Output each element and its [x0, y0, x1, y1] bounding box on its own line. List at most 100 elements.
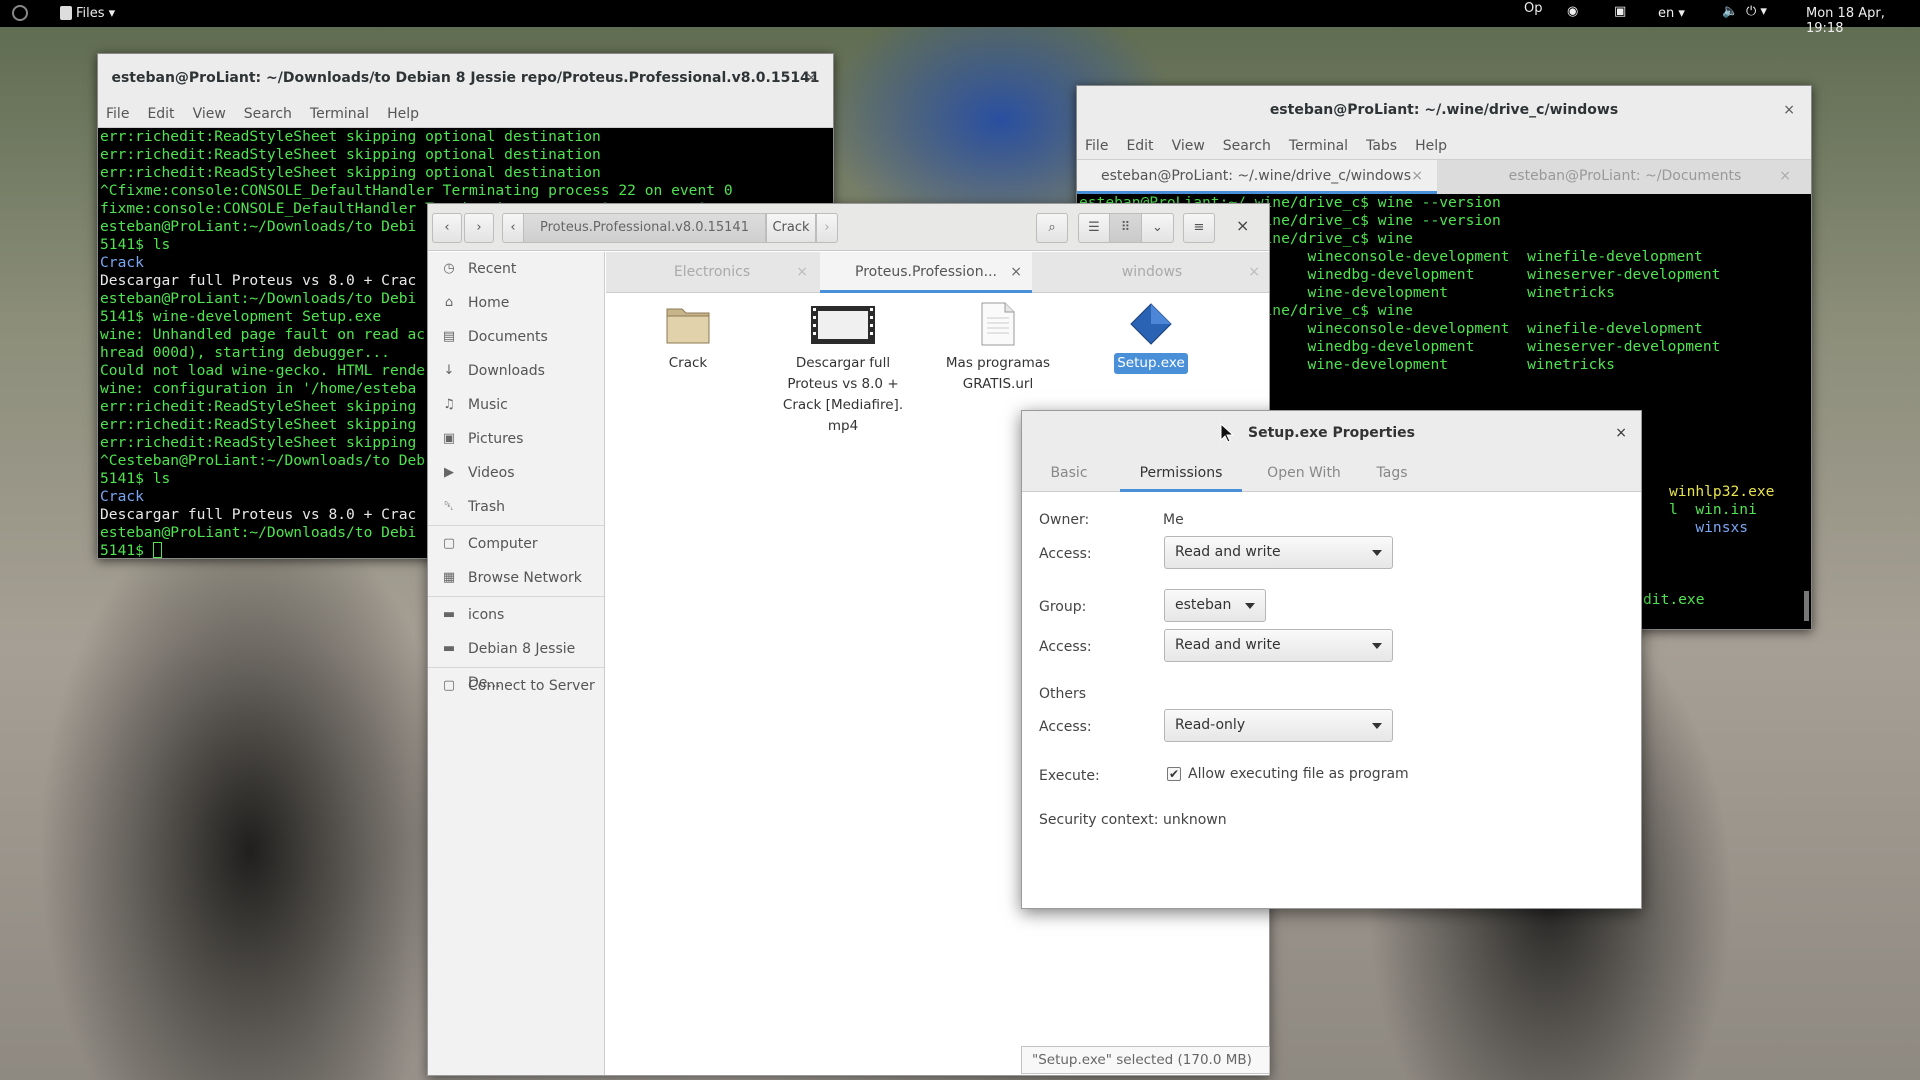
sidebar-item-icons[interactable]: ▬ icons — [428, 598, 604, 632]
menu-edit[interactable]: Edit — [147, 106, 174, 122]
sidebar-item-label: icons — [468, 607, 505, 623]
file-item-video[interactable]: Descargar full Proteus vs 8.0 + Crack [M… — [768, 302, 918, 437]
dialog-titlebar[interactable]: Setup.exe Properties × — [1022, 411, 1641, 456]
sidebar-item-recent[interactable]: ◷ Recent — [428, 252, 604, 286]
executable-icon — [1130, 303, 1172, 345]
close-icon[interactable]: × — [1010, 252, 1022, 292]
execute-checkbox[interactable]: ✔ — [1167, 767, 1181, 781]
document-file-icon — [981, 302, 1015, 346]
hamburger-icon: ≡ — [1193, 220, 1205, 235]
group-access-dropdown[interactable]: Read and write — [1164, 629, 1393, 662]
menu-search[interactable]: Search — [1223, 138, 1271, 154]
menu-help[interactable]: Help — [387, 106, 419, 122]
menu-view[interactable]: View — [1172, 138, 1205, 154]
network-icon[interactable]: ◉ — [1567, 4, 1578, 19]
path-left-arrow-button[interactable]: ‹ — [502, 213, 524, 243]
tab-windows[interactable]: windows × — [1034, 252, 1270, 293]
group-dropdown[interactable]: esteban — [1164, 589, 1266, 622]
tab-electronics[interactable]: Electronics × — [606, 252, 818, 293]
view-options-button[interactable]: ⌄ — [1141, 213, 1174, 243]
tab-label: Proteus.Profession... — [855, 264, 997, 280]
icons-icon: ▬ — [442, 607, 456, 622]
execute-label: Execute: — [1039, 768, 1100, 784]
path-segment-crack[interactable]: Crack — [766, 213, 816, 243]
close-icon[interactable]: × — [805, 54, 817, 102]
menu-file[interactable]: File — [106, 106, 129, 122]
volume-icon[interactable]: 🔈 — [1722, 4, 1738, 19]
menu-tabs[interactable]: Tabs — [1366, 138, 1397, 154]
tab-permissions[interactable]: Permissions — [1120, 456, 1242, 492]
pictures-icon: ▣ — [442, 431, 456, 446]
dropdown-value: Read and write — [1175, 544, 1281, 560]
terminal-tab-documents[interactable]: esteban@ProLiant: ~/Documents × — [1439, 160, 1811, 194]
dialog-tabbar: Basic Permissions Open With Tags — [1022, 456, 1641, 492]
sidebar-item-connect[interactable]: ▢ Connect to Server — [428, 669, 604, 703]
indicator-op[interactable]: Op — [1524, 1, 1542, 16]
terminal-tab-windows[interactable]: esteban@ProLiant: ~/.wine/drive_c/window… — [1077, 160, 1437, 194]
execute-text[interactable]: Allow executing file as program — [1188, 766, 1409, 782]
close-icon[interactable]: × — [1236, 216, 1249, 235]
sidebar-item-music[interactable]: ♫ Music — [428, 388, 604, 422]
close-icon[interactable]: × — [1783, 86, 1795, 134]
tab-tags[interactable]: Tags — [1366, 456, 1418, 492]
close-icon[interactable]: × — [796, 252, 808, 292]
others-access-dropdown[interactable]: Read-only — [1164, 709, 1393, 742]
recent-icon: ◷ — [443, 261, 455, 276]
close-icon[interactable]: × — [1411, 160, 1423, 192]
dropdown-value: Read and write — [1175, 637, 1281, 653]
terminal-scrollbar[interactable] — [1804, 591, 1809, 621]
tab-proteus[interactable]: Proteus.Profession... × — [820, 252, 1032, 293]
sidebar-item-network[interactable]: ▦ Browse Network — [428, 561, 604, 595]
sidebar-item-label: Trash — [468, 499, 505, 515]
back-button[interactable]: ‹ — [432, 213, 462, 243]
menu-terminal[interactable]: Terminal — [1289, 138, 1348, 154]
sidebar-item-home[interactable]: ⌂ Home — [428, 286, 604, 320]
terminal-line: err:richedit:ReadStyleSheet skipping opt… — [100, 128, 601, 145]
menu-view[interactable]: View — [193, 106, 226, 122]
file-item-url[interactable]: Mas programas GRATIS.url — [923, 302, 1073, 395]
menu-button[interactable]: ≡ — [1183, 213, 1215, 243]
grid-view-button[interactable]: ⠿ — [1109, 213, 1142, 243]
terminal-titlebar[interactable]: esteban@ProLiant: ~/.wine/drive_c/window… — [1077, 86, 1811, 134]
sidebar-item-pictures[interactable]: ▣ Pictures — [428, 422, 604, 456]
menu-edit[interactable]: Edit — [1126, 138, 1153, 154]
sidebar-item-trash[interactable]: ␡ Trash — [428, 490, 604, 524]
terminal-listing: winhlp32.exe l win.ini winsxs — [1669, 483, 1774, 537]
tab-basic[interactable]: Basic — [1038, 456, 1100, 492]
menu-terminal[interactable]: Terminal — [310, 106, 369, 122]
close-icon[interactable]: × — [1248, 252, 1260, 292]
file-item-crack[interactable]: Crack — [613, 302, 763, 374]
menu-help[interactable]: Help — [1415, 138, 1447, 154]
close-icon[interactable]: × — [1779, 160, 1791, 192]
sidebar-item-documents[interactable]: ▤ Documents — [428, 320, 604, 354]
terminal-tab-label: esteban@ProLiant: ~/.wine/drive_c/window… — [1101, 168, 1412, 184]
menu-file[interactable]: File — [1085, 138, 1108, 154]
close-icon[interactable]: × — [1615, 411, 1627, 456]
file-item-setup[interactable]: Setup.exe — [1076, 302, 1226, 374]
app-menu[interactable]: Files ▾ — [76, 6, 115, 21]
search-button[interactable]: ⌕ — [1036, 213, 1068, 243]
chevron-down-icon: ▾ — [108, 6, 116, 21]
sidebar-item-computer[interactable]: ▢ Computer — [428, 527, 604, 561]
owner-access-dropdown[interactable]: Read and write — [1164, 536, 1393, 569]
path-right-arrow-button[interactable]: › — [816, 213, 838, 243]
path-segment-proteus[interactable]: Proteus.Professional.v8.0.15141 — [523, 213, 766, 243]
list-view-button[interactable]: ☰ — [1078, 213, 1110, 243]
activities-icon[interactable] — [12, 5, 28, 21]
properties-dialog[interactable]: Setup.exe Properties × Basic Permissions … — [1021, 410, 1642, 909]
files-headerbar[interactable]: ‹ › ‹ Proteus.Professional.v8.0.15141 Cr… — [428, 204, 1269, 251]
sidebar-item-debian[interactable]: ▬ Debian 8 Jessie De... — [428, 632, 604, 691]
sidebar-item-videos[interactable]: ▶ Videos — [428, 456, 604, 490]
forward-button[interactable]: › — [464, 213, 494, 243]
sidebar-item-downloads[interactable]: ↓ Downloads — [428, 354, 604, 388]
keyboard-layout[interactable]: en ▾ — [1658, 6, 1685, 21]
clock[interactable]: Mon 18 Apr, 19:18 — [1806, 6, 1920, 36]
document-icon[interactable]: ▣ — [1614, 4, 1626, 19]
power-icon[interactable]: ⏻ ▾ — [1746, 4, 1767, 19]
terminal-titlebar[interactable]: esteban@ProLiant: ~/Downloads/to Debian … — [98, 54, 833, 102]
tab-open-with[interactable]: Open With — [1252, 456, 1356, 492]
menu-search[interactable]: Search — [244, 106, 292, 122]
chevron-down-icon — [1372, 643, 1382, 649]
terminal-line: ^Cfixme:console:CONSOLE_DefaultHandler T… — [100, 182, 733, 199]
dialog-title: Setup.exe Properties — [1248, 425, 1415, 441]
